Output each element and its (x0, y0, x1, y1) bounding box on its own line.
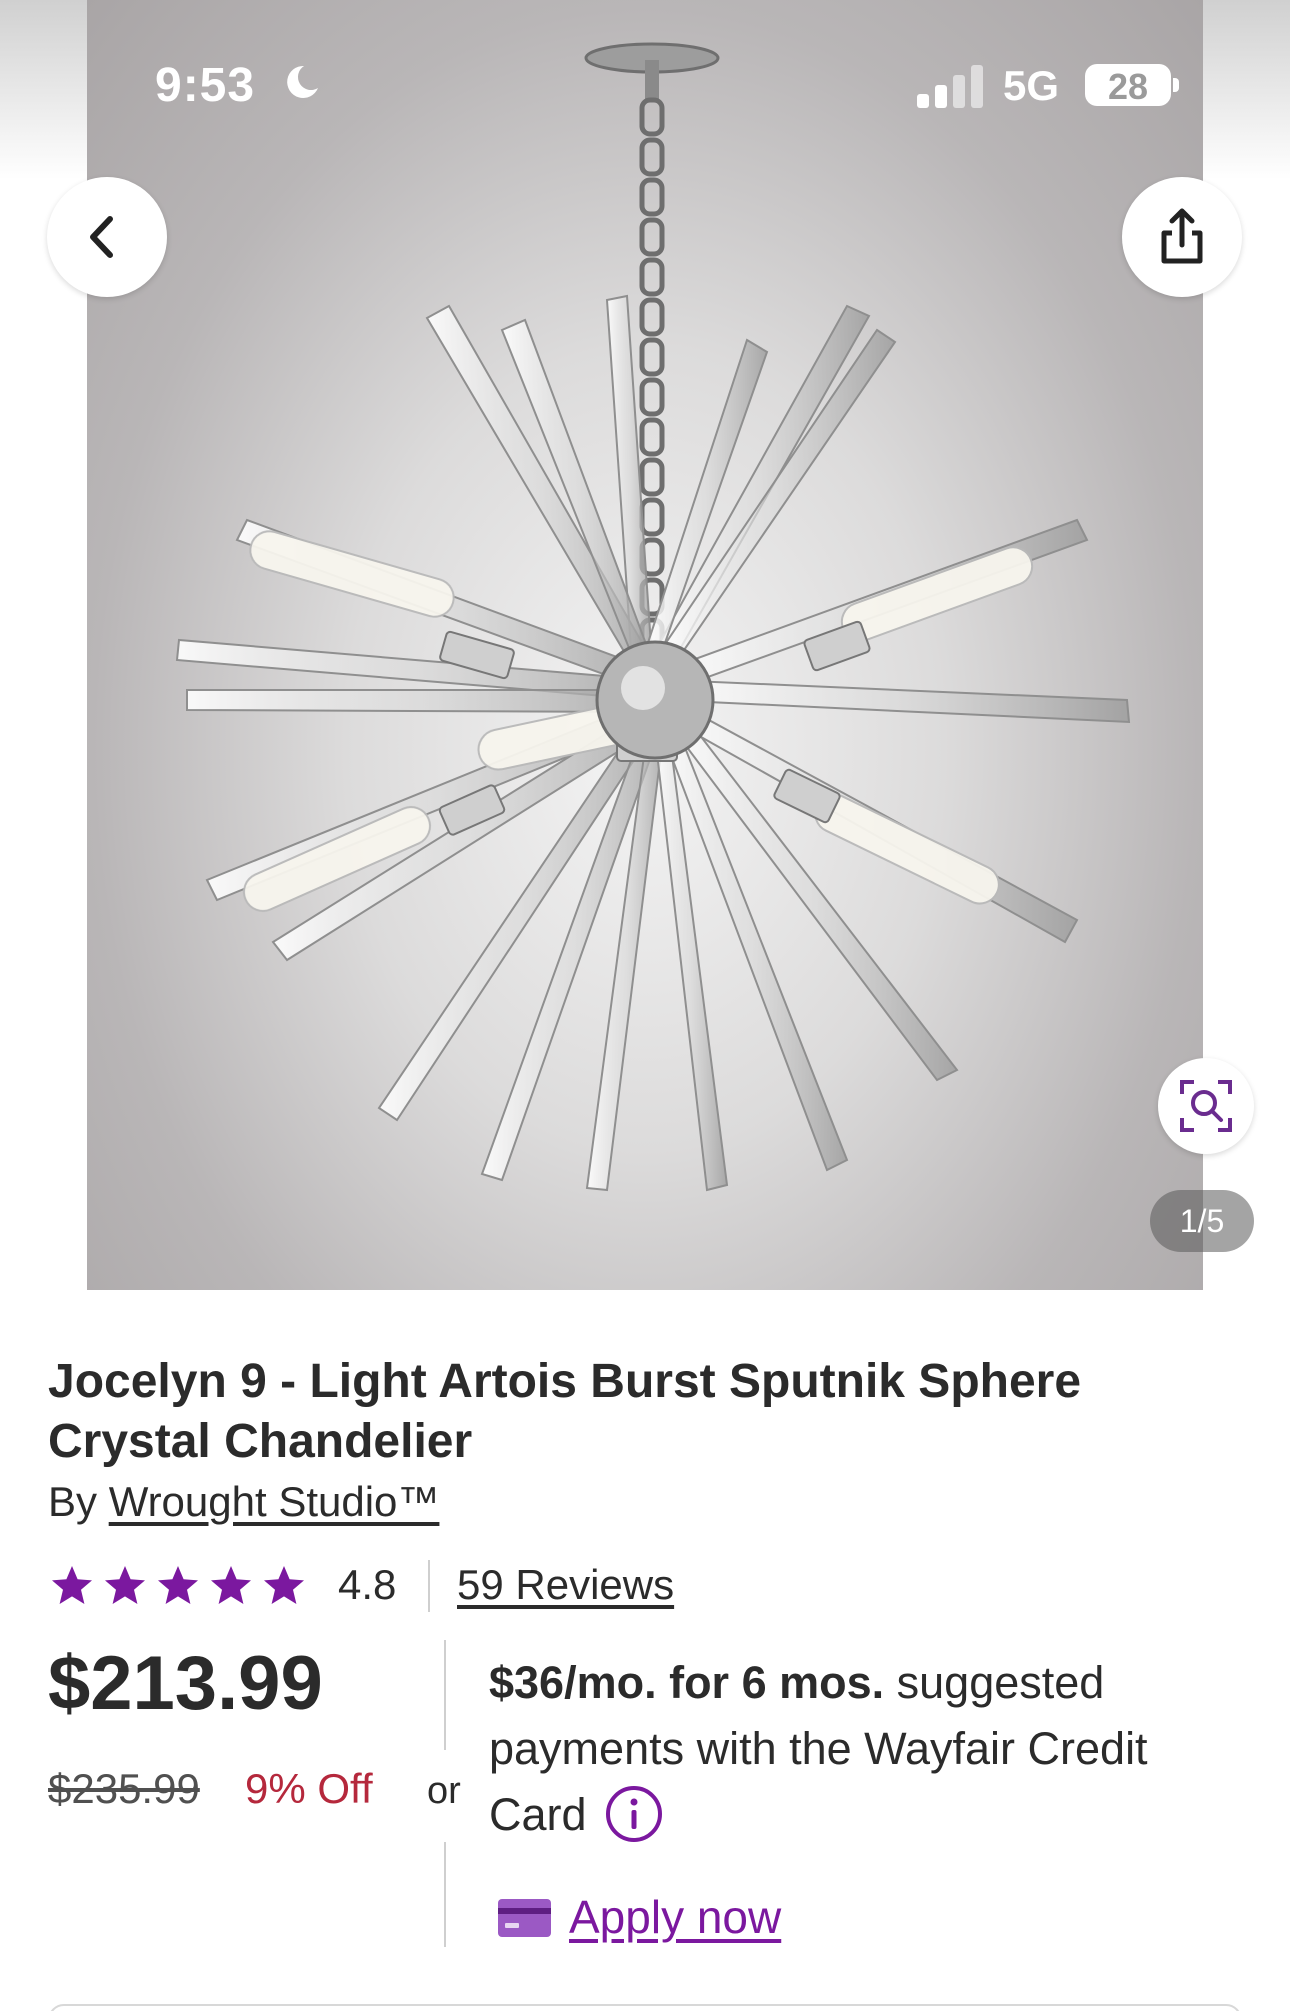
chandelier-illustration (175, 42, 1131, 1192)
financing-line-2: payments with the Wayfair Credit (489, 1723, 1148, 1774)
info-icon[interactable] (605, 1785, 663, 1843)
financing-suggested: suggested (884, 1657, 1105, 1708)
star-rating (50, 1563, 315, 1607)
credit-card-icon (498, 1899, 551, 1937)
financing-line-1: $36/mo. for 6 mos. suggested (489, 1650, 1249, 1716)
next-section-card (48, 2004, 1242, 2011)
network-type: 5G (1003, 62, 1060, 109)
image-counter: 1/5 (1150, 1190, 1254, 1252)
financing-divider-top (444, 1640, 446, 1750)
gallery-edge-right (1203, 0, 1290, 180)
product-image[interactable] (87, 0, 1203, 1290)
or-label: or (427, 1770, 461, 1812)
star-icon (211, 1566, 251, 1604)
cellular-signal-icon (917, 65, 983, 108)
star-icon (52, 1566, 92, 1604)
financing-line-3: Card (489, 1782, 1249, 1848)
zoom-image-button[interactable] (1158, 1058, 1254, 1154)
status-time: 9:53 (155, 59, 256, 112)
financing-card-label: Card (489, 1789, 587, 1840)
zoom-search-icon (1180, 1080, 1232, 1132)
back-button[interactable] (47, 177, 167, 297)
chevron-left-icon (90, 216, 113, 258)
battery-nub (1173, 78, 1179, 92)
rating-divider (428, 1560, 430, 1612)
reviews-link[interactable]: 59 Reviews (457, 1561, 674, 1609)
star-icon (158, 1566, 198, 1604)
battery-icon: 28 (1085, 64, 1171, 107)
discount-label: 9% Off (245, 1765, 373, 1812)
financing-offer: $36/mo. for 6 mos. suggested payments wi… (489, 1650, 1249, 1848)
product-title: Jocelyn 9 - Light Artois Burst Sputnik S… (48, 1355, 1082, 1468)
star-icon (264, 1566, 304, 1604)
product-byline: By Wrought Studio™ (48, 1478, 439, 1526)
share-icon (1161, 208, 1203, 264)
original-price: $235.99 (48, 1765, 200, 1812)
financing-amount: $36/mo. for 6 mos. (489, 1657, 885, 1708)
share-button[interactable] (1122, 177, 1242, 297)
sale-price: $213.99 (48, 1641, 323, 1726)
rating-value: 4.8 (338, 1561, 397, 1608)
brand-link[interactable]: Wrought Studio™ (109, 1478, 440, 1525)
battery-level: 28 (1107, 66, 1149, 107)
apply-now-link[interactable]: Apply now (569, 1890, 781, 1944)
moon-icon (287, 65, 318, 98)
star-icon (105, 1566, 145, 1604)
by-prefix: By (48, 1478, 98, 1525)
gallery-edge-left (0, 0, 87, 180)
product-gallery[interactable]: 9:53 5G 28 1/5 (0, 0, 1290, 1290)
financing-divider-bottom (444, 1842, 446, 1947)
